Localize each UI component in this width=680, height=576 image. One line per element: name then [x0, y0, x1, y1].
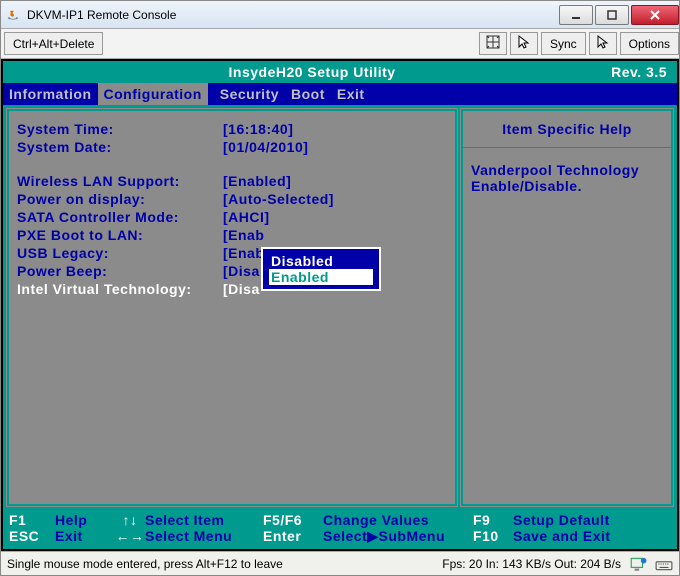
bios-title: InsydeH20 Setup Utility [13, 64, 611, 80]
arrows-vertical-icon: ↑↓ [115, 512, 145, 528]
key-select-menu: Select Menu [145, 528, 263, 545]
bios-panels: System Time:[16:18:40]System Date:[01/04… [3, 105, 677, 510]
fullscreen-icon [485, 34, 501, 53]
cursor-icon [516, 34, 532, 53]
keyboard-icon[interactable] [655, 555, 673, 573]
tab-information[interactable]: Information [3, 83, 98, 105]
setting-value: [Disa [223, 281, 260, 297]
pointer-icon [595, 34, 611, 53]
key-line-2: ESC Exit ←→ Select Menu Enter Select▶Sub… [9, 528, 671, 545]
setting-label: USB Legacy: [17, 245, 223, 261]
window-title: DKVM-IP1 Remote Console [27, 8, 557, 22]
key-f9: F9 [473, 512, 513, 528]
bios-tabs: Information Configuration Security Boot … [3, 83, 677, 105]
setting-label: System Time: [17, 121, 223, 137]
help-panel: Item Specific Help Vanderpool Technology… [461, 109, 673, 506]
key-save-exit: Save and Exit [513, 528, 611, 545]
title-bar: DKVM-IP1 Remote Console [1, 1, 679, 29]
setting-row[interactable]: Power on display:[Auto-Selected] [17, 191, 447, 207]
window-controls [557, 5, 679, 25]
setting-row[interactable]: System Time:[16:18:40] [17, 121, 447, 137]
setting-row[interactable]: System Date:[01/04/2010] [17, 139, 447, 155]
key-esc: ESC [9, 528, 55, 545]
close-button[interactable] [631, 5, 679, 25]
cursor-button[interactable] [510, 32, 538, 55]
setting-row[interactable]: USB Legacy:[Enab [17, 245, 447, 261]
setting-label: PXE Boot to LAN: [17, 227, 223, 243]
setting-row[interactable]: PXE Boot to LAN:[Enab [17, 227, 447, 243]
monitor-icon[interactable] [629, 555, 647, 573]
setting-value: [Enabled] [223, 173, 291, 189]
setting-value: [Enab [223, 245, 264, 261]
popup-option-enabled[interactable]: Enabled [269, 269, 373, 285]
toolbar-spacer [103, 29, 476, 58]
key-enter: Enter [263, 528, 323, 545]
setting-row[interactable]: Wireless LAN Support:[Enabled] [17, 173, 447, 189]
help-title: Item Specific Help [471, 121, 663, 137]
setting-label: System Date: [17, 139, 223, 155]
value-popup: Disabled Enabled [261, 247, 381, 291]
setting-value: [Auto-Selected] [223, 191, 334, 207]
help-line: Vanderpool Technology [471, 162, 663, 178]
bios-utility: InsydeH20 Setup Utility Rev. 3.5 Informa… [3, 61, 677, 549]
setting-row[interactable]: Power Beep:[Disa [17, 263, 447, 279]
key-f5f6: F5/F6 [263, 512, 323, 528]
key-exit-label: Exit [55, 528, 115, 545]
status-message: Single mouse mode entered, press Alt+F12… [7, 557, 434, 571]
setting-value: [AHCI] [223, 209, 270, 225]
setting-row[interactable]: Intel Virtual Technology:[Disa [17, 281, 447, 297]
key-select-item: Select Item [145, 512, 263, 528]
help-body: Vanderpool Technology Enable/Disable. [471, 162, 663, 194]
setting-value: [01/04/2010] [223, 139, 308, 155]
setting-label: Wireless LAN Support: [17, 173, 223, 189]
key-line-1: F1 Help ↑↓ Select Item F5/F6 Change Valu… [9, 512, 671, 528]
setting-label: Power Beep: [17, 263, 223, 279]
minimize-button[interactable] [559, 5, 593, 25]
key-help-bar: F1 Help ↑↓ Select Item F5/F6 Change Valu… [3, 510, 677, 549]
setting-label: SATA Controller Mode: [17, 209, 223, 225]
setting-value: [16:18:40] [223, 121, 293, 137]
tab-configuration[interactable]: Configuration [98, 83, 208, 105]
key-change-values: Change Values [323, 512, 473, 528]
help-divider [463, 147, 671, 148]
setting-value: [Enab [223, 227, 264, 243]
fullscreen-button[interactable] [479, 32, 507, 55]
settings-panel: System Time:[16:18:40]System Date:[01/04… [7, 109, 457, 506]
bios-revision: Rev. 3.5 [611, 64, 667, 80]
key-f1: F1 [9, 512, 55, 528]
key-help-label: Help [55, 512, 115, 528]
help-line: Enable/Disable. [471, 178, 663, 194]
toolbar: Ctrl+Alt+Delete Sync Options [1, 29, 679, 59]
status-fps: Fps: 20 In: 143 KB/s Out: 204 B/s [442, 557, 621, 571]
setting-value: [Disa [223, 263, 260, 279]
key-setup-default: Setup Default [513, 512, 610, 528]
tab-exit[interactable]: Exit [331, 83, 371, 105]
ctrl-alt-del-button[interactable]: Ctrl+Alt+Delete [4, 32, 103, 55]
maximize-button[interactable] [595, 5, 629, 25]
tab-security[interactable]: Security [208, 83, 285, 105]
options-button[interactable]: Options [620, 32, 679, 55]
arrows-horizontal-icon: ←→ [115, 528, 145, 545]
setting-label: Power on display: [17, 191, 223, 207]
status-bar: Single mouse mode entered, press Alt+F12… [1, 551, 679, 575]
setting-row [17, 157, 447, 171]
remote-screen[interactable]: InsydeH20 Setup Utility Rev. 3.5 Informa… [1, 59, 679, 551]
key-f10: F10 [473, 528, 513, 545]
setting-row[interactable]: SATA Controller Mode:[AHCI] [17, 209, 447, 225]
key-select-submenu: Select▶SubMenu [323, 528, 473, 545]
sync-button[interactable]: Sync [541, 32, 586, 55]
tab-boot[interactable]: Boot [285, 83, 331, 105]
java-icon [5, 7, 21, 23]
bios-header: InsydeH20 Setup Utility Rev. 3.5 [3, 61, 677, 83]
app-window: DKVM-IP1 Remote Console Ctrl+Alt+Delete [0, 0, 680, 576]
pointer-button[interactable] [589, 32, 617, 55]
setting-label: Intel Virtual Technology: [17, 281, 223, 297]
popup-option-disabled[interactable]: Disabled [269, 253, 373, 269]
